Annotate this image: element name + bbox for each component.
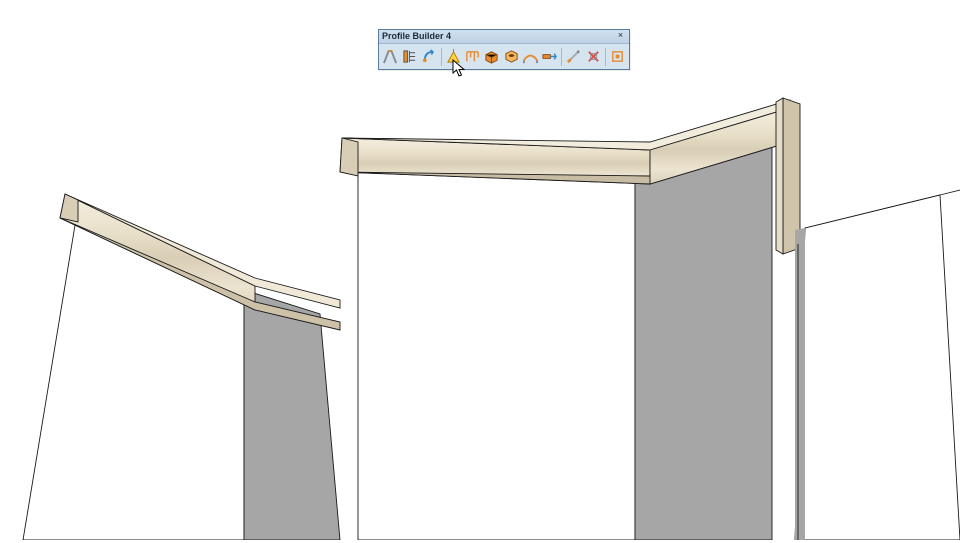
assembly-icon[interactable] xyxy=(482,46,501,68)
extend-icon[interactable] xyxy=(540,46,559,68)
span-icon[interactable] xyxy=(521,46,540,68)
close-icon[interactable]: × xyxy=(615,31,626,42)
toolbar-header[interactable]: Profile Builder 4 × xyxy=(379,30,629,44)
slice-icon[interactable] xyxy=(564,46,583,68)
quantify-icon[interactable] xyxy=(608,46,627,68)
build-profile-icon[interactable] xyxy=(400,46,419,68)
trim-icon[interactable] xyxy=(444,46,463,68)
scene-geometry xyxy=(0,0,960,540)
remove-icon[interactable] xyxy=(584,46,603,68)
revolve-icon[interactable] xyxy=(420,46,439,68)
smart-path-icon[interactable] xyxy=(463,46,482,68)
hole-icon[interactable] xyxy=(502,46,521,68)
profile-builder-icon[interactable] xyxy=(381,46,400,68)
toolbar-title: Profile Builder 4 xyxy=(382,30,451,43)
model-viewport[interactable] xyxy=(0,0,960,540)
toolbar-body xyxy=(379,44,629,69)
profile-builder-toolbar[interactable]: Profile Builder 4 × xyxy=(378,29,630,70)
